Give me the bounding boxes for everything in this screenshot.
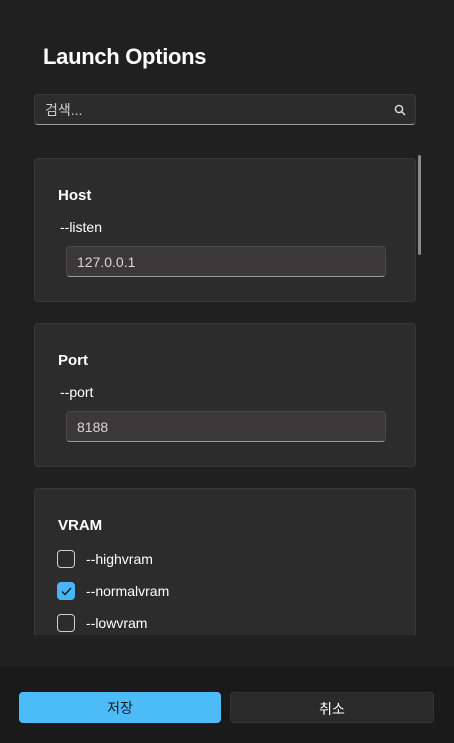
checkbox-box[interactable] xyxy=(57,550,75,568)
checkbox-label: --lowvram xyxy=(86,615,148,631)
section-title: Port xyxy=(58,352,88,369)
launch-options-dialog: Launch Options Host --listen Port --port… xyxy=(0,0,454,743)
section-title: Host xyxy=(58,187,92,204)
search-icon[interactable] xyxy=(394,103,406,116)
section-port: Port --port xyxy=(34,323,416,467)
cancel-button[interactable]: 취소 xyxy=(230,692,434,723)
search-input[interactable] xyxy=(35,95,385,124)
checkbox-box[interactable] xyxy=(57,614,75,632)
save-button[interactable]: 저장 xyxy=(19,692,221,723)
section-vram: VRAM --highvram --normalvram --lowvram xyxy=(34,488,416,635)
search-box xyxy=(34,94,416,125)
options-scroll-area[interactable]: Host --listen Port --port VRAM --highvra… xyxy=(0,140,454,635)
section-title: VRAM xyxy=(58,517,103,534)
checkmark-icon xyxy=(61,587,72,596)
dialog-title: Launch Options xyxy=(43,44,207,69)
section-host: Host --listen xyxy=(34,158,416,302)
host-input[interactable] xyxy=(66,246,386,277)
option-label: --port xyxy=(60,384,94,400)
checkbox-box[interactable] xyxy=(57,582,75,600)
port-input[interactable] xyxy=(66,411,386,442)
option-label: --listen xyxy=(60,219,103,235)
checkbox-label: --normalvram xyxy=(86,583,170,599)
scrollbar-thumb[interactable] xyxy=(418,155,421,255)
checkbox-label: --highvram xyxy=(86,551,153,567)
